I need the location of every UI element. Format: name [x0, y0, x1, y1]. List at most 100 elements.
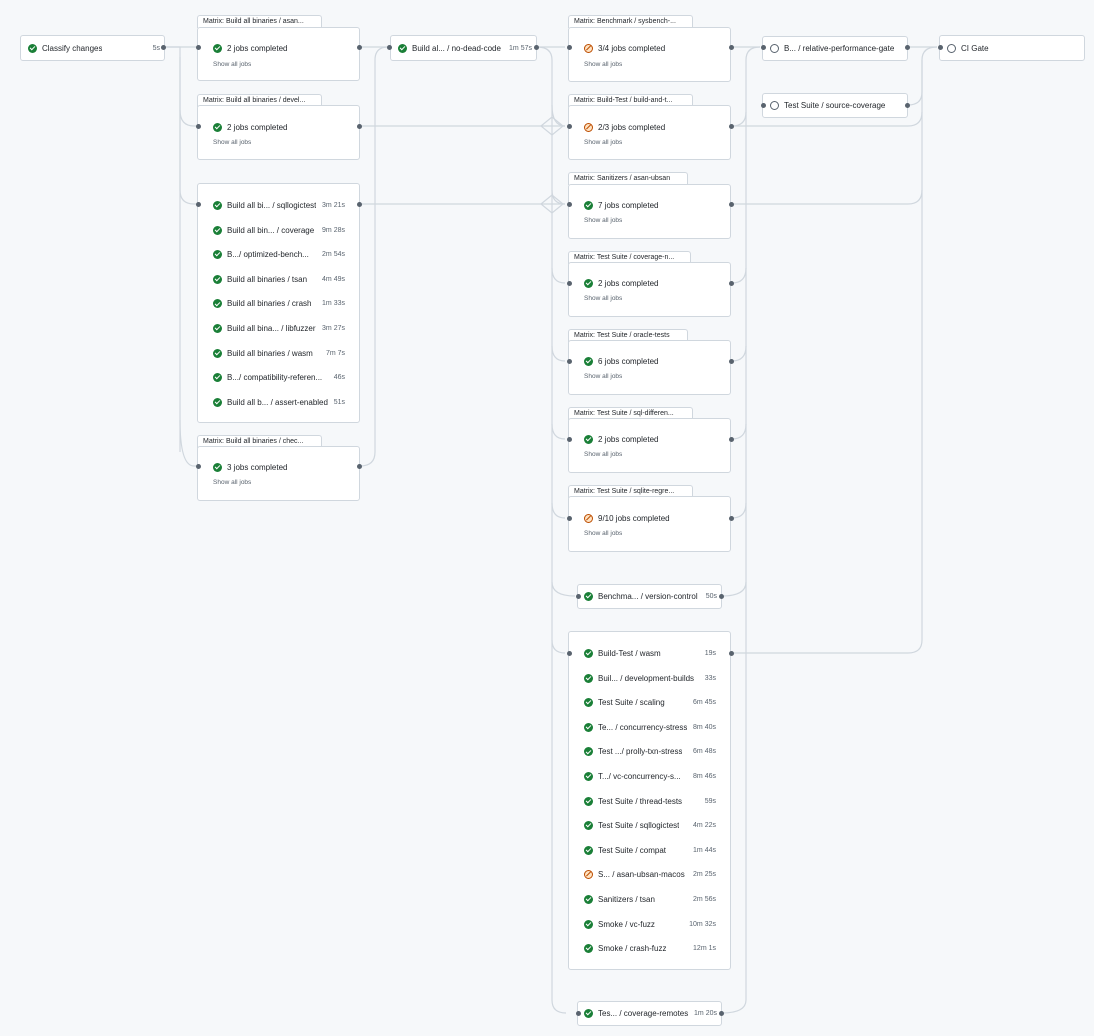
show-all-jobs-link[interactable]: Show all jobs [584, 61, 622, 68]
show-all-jobs-link[interactable]: Show all jobs [213, 139, 251, 146]
connector-dot [195, 201, 201, 207]
job-label: Test Suite / sqllogictest [598, 821, 680, 831]
matrix-card-sqlite[interactable]: 9/10 jobs completed Show all jobs [568, 496, 731, 552]
matrix-card-sanitizers[interactable]: 7 jobs completed Show all jobs [568, 184, 731, 239]
build-jobs-group: Build all bi... / sqllogictest 3m 21s Buil… [197, 183, 360, 423]
connector-dot [566, 123, 572, 129]
show-all-jobs-link[interactable]: Show all jobs [584, 139, 622, 146]
show-all-jobs-link[interactable]: Show all jobs [584, 217, 622, 224]
job-duration: 3m 27s [322, 325, 345, 332]
job-duration: 2m 54s [322, 251, 345, 259]
matrix-card-devel[interactable]: 2 jobs completed Show all jobs [197, 105, 360, 160]
skipped-icon [584, 44, 593, 53]
job-version-control[interactable]: Benchma... / version-control 50s [577, 584, 722, 609]
build_list-job-row[interactable]: B.../ optimized-bench... 2m 54s [213, 250, 345, 260]
show-all-jobs-link[interactable]: Show all jobs [584, 373, 622, 380]
test_list-job-row[interactable]: S... / asan-ubsan-macos 2m 25s [584, 870, 716, 880]
connector-dot [566, 436, 572, 442]
matrix-status: 2 jobs completed [598, 435, 659, 444]
skipped-icon [584, 514, 593, 523]
test_list-job-row[interactable]: Te... / concurrency-stress 8m 40s [584, 722, 716, 732]
job-ci-gate[interactable]: CI Gate [939, 35, 1085, 61]
job-duration: 4m 49s [322, 275, 345, 283]
build_list-job-row[interactable]: Build all bin... / coverage 9m 28s [213, 225, 345, 235]
build_list-job-row[interactable]: Build all binaries / tsan 4m 49s [213, 274, 345, 284]
job-duration: 6m 48s [693, 748, 716, 756]
job-classify-changes[interactable]: Classify changes 5s [20, 35, 165, 61]
job-duration: 12m 1s [693, 945, 716, 953]
test_list-job-row[interactable]: Smoke / vc-fuzz 10m 32s [584, 919, 716, 929]
connector-dot [728, 201, 734, 207]
job-duration: 46s [333, 374, 345, 382]
success-check-icon [584, 821, 593, 831]
success-check-icon [213, 201, 222, 210]
job-duration: 9m 28s [322, 226, 345, 234]
test_list-job-row[interactable]: Build-Test / wasm 19s [584, 649, 716, 658]
show-all-jobs-link[interactable]: Show all jobs [584, 295, 622, 302]
connector-dot [718, 593, 724, 599]
test_list-job-row[interactable]: Test .../ prolly-txn-stress 6m 48s [584, 747, 716, 757]
matrix-card-oracle[interactable]: 6 jobs completed Show all jobs [568, 340, 731, 395]
build_list-job-row[interactable]: Build all binaries / crash 1m 33s [213, 299, 345, 309]
connector-dot [904, 102, 910, 108]
job-label: Test .../ prolly-txn-stress [598, 747, 683, 757]
success-check-icon [213, 274, 222, 284]
job-duration: 8m 46s [693, 773, 716, 780]
job-duration: 1m 57s [509, 45, 532, 52]
success-check-icon [213, 250, 222, 260]
success-check-icon [213, 299, 222, 309]
matrix-status: 2 jobs completed [227, 123, 288, 132]
build_list-job-row[interactable]: Build all binaries / wasm 7m 7s [213, 348, 345, 358]
job-relative-performance-gate[interactable]: B... / relative-performance-gate [762, 36, 908, 61]
test_list-job-row[interactable]: Test Suite / sqllogictest 4m 22s [584, 821, 716, 831]
matrix-card-buildtest[interactable]: 2/3 jobs completed Show all jobs [568, 105, 731, 160]
job-duration: 1m 20s [694, 1010, 717, 1017]
job-duration: 50s [705, 593, 717, 600]
test_list-job-row[interactable]: Smoke / crash-fuzz 12m 1s [584, 944, 716, 954]
connector-dot [760, 44, 766, 50]
job-source-coverage[interactable]: Test Suite / source-coverage [762, 93, 908, 118]
test_list-job-row[interactable]: Test Suite / scaling 6m 45s [584, 698, 716, 708]
matrix-card-chec[interactable]: 3 jobs completed Show all jobs [197, 446, 360, 501]
job-label: Benchma... / version-control [598, 592, 698, 601]
job-duration: 7m 7s [325, 349, 345, 357]
job-duration: 4m 22s [693, 822, 716, 830]
job-label: CI Gate [961, 44, 989, 53]
matrix-card-sysbench[interactable]: 3/4 jobs completed Show all jobs [568, 27, 731, 82]
test_list-job-row[interactable]: Test Suite / thread-tests 59s [584, 796, 716, 806]
connector-dot [904, 44, 910, 50]
job-label: B.../ compatibility-referen... [227, 373, 323, 383]
build_list-job-row[interactable]: Build all bina... / libfuzzer 3m 27s [213, 324, 345, 333]
test_list-job-row[interactable]: T.../ vc-concurrency-s... 8m 46s [584, 772, 716, 781]
connector-dot [160, 44, 166, 50]
job-label: Test Suite / compat [598, 845, 667, 855]
job-label: Test Suite / source-coverage [784, 101, 886, 110]
job-duration: 59s [704, 797, 716, 805]
matrix-card-sql-diff[interactable]: 2 jobs completed Show all jobs [568, 418, 731, 473]
connector-dot [728, 436, 734, 442]
job-duration: 33s [704, 674, 716, 682]
test_list-job-row[interactable]: Buil... / development-builds 33s [584, 673, 716, 683]
job-coverage-remotes[interactable]: Tes... / coverage-remotes 1m 20s [577, 1001, 722, 1026]
show-all-jobs-link[interactable]: Show all jobs [584, 530, 622, 537]
job-duration: 6m 45s [693, 699, 716, 707]
matrix-card-coverage[interactable]: 2 jobs completed Show all jobs [568, 262, 731, 317]
show-all-jobs-link[interactable]: Show all jobs [584, 451, 622, 458]
build_list-job-row[interactable]: Build all b... / assert-enabled 51s [213, 397, 345, 407]
job-label: B.../ optimized-bench... [227, 250, 309, 260]
connector-dot [386, 44, 392, 50]
matrix-card-asan[interactable]: 2 jobs completed Show all jobs [197, 27, 360, 81]
test_list-job-row[interactable]: Test Suite / compat 1m 44s [584, 845, 716, 855]
connector-dot [760, 102, 766, 108]
build_list-job-row[interactable]: Build all bi... / sqllogictest 3m 21s [213, 201, 345, 210]
job-duration: 2m 25s [693, 871, 716, 879]
success-check-icon [213, 44, 222, 53]
build_list-job-row[interactable]: B.../ compatibility-referen... 46s [213, 373, 345, 383]
success-check-icon [213, 373, 222, 383]
show-all-jobs-link[interactable]: Show all jobs [213, 479, 251, 486]
job-label: Sanitizers / tsan [598, 895, 655, 904]
show-all-jobs-link[interactable]: Show all jobs [213, 61, 251, 68]
connector-dot [195, 123, 201, 129]
test_list-job-row[interactable]: Sanitizers / tsan 2m 56s [584, 895, 716, 904]
job-no-dead-code[interactable]: Build al... / no-dead-code 1m 57s [390, 35, 537, 61]
